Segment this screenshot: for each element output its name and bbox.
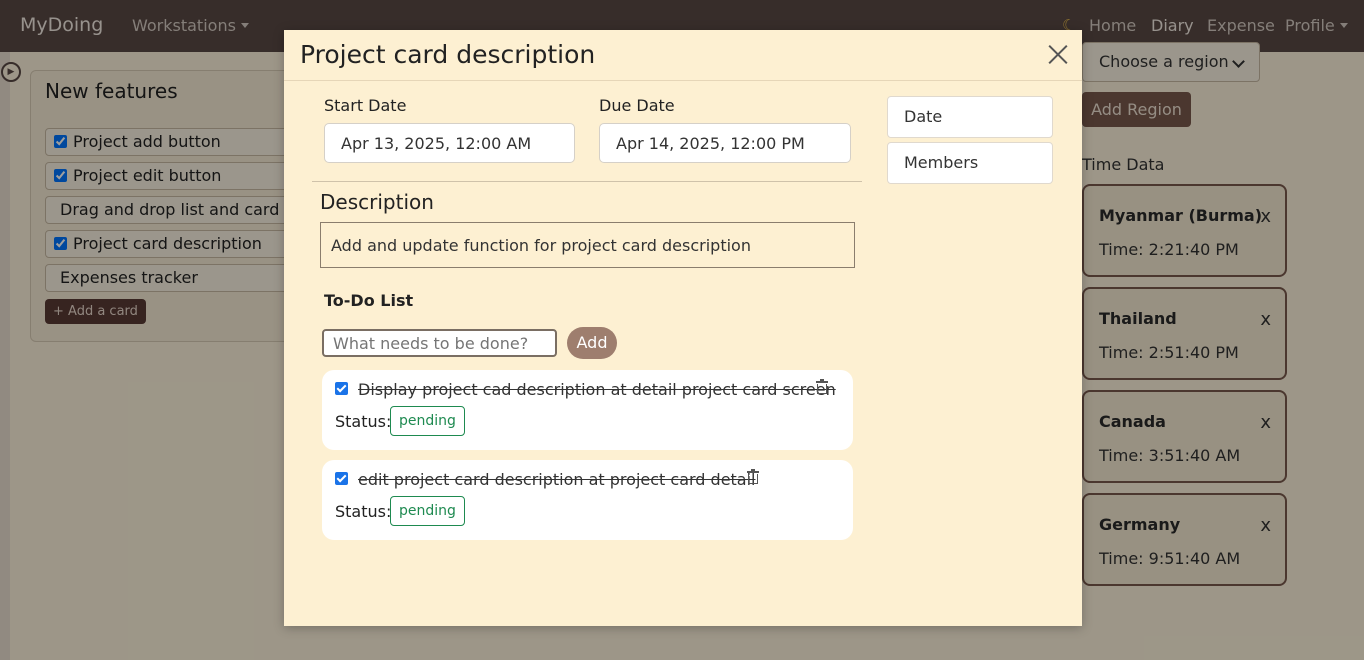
add-todo-button[interactable]: Add <box>567 327 617 359</box>
due-date-label: Due Date <box>599 96 675 115</box>
trash-icon[interactable] <box>747 469 759 484</box>
todo-input[interactable] <box>322 329 557 357</box>
todo-text: Display project cad description at detai… <box>358 380 836 399</box>
start-date-input[interactable]: Apr 13, 2025, 12:00 AM <box>324 123 575 163</box>
status-label: Status: <box>335 502 392 521</box>
due-date-input[interactable]: Apr 14, 2025, 12:00 PM <box>599 123 851 163</box>
card-description-modal: Project card description Start Date Apr … <box>284 30 1082 626</box>
todo-item: edit project card description at project… <box>322 460 853 540</box>
status-label: Status: <box>335 412 392 431</box>
divider <box>312 181 862 182</box>
date-side-button[interactable]: Date <box>887 96 1053 138</box>
modal-title: Project card description <box>300 40 596 69</box>
members-side-button[interactable]: Members <box>887 142 1053 184</box>
trash-icon[interactable] <box>816 379 828 394</box>
description-title: Description <box>320 190 434 214</box>
start-date-label: Start Date <box>324 96 407 115</box>
todo-checkbox[interactable] <box>335 382 348 395</box>
status-badge: pending <box>390 406 465 436</box>
todo-title: To-Do List <box>324 291 414 310</box>
modal-header: Project card description <box>284 30 1082 81</box>
description-textbox[interactable]: Add and update function for project card… <box>320 222 855 268</box>
todo-item: Display project cad description at detai… <box>322 370 853 450</box>
todo-checkbox[interactable] <box>335 472 348 485</box>
close-icon[interactable] <box>1046 42 1070 66</box>
status-badge: pending <box>390 496 465 526</box>
todo-text: edit project card description at project… <box>358 470 756 489</box>
